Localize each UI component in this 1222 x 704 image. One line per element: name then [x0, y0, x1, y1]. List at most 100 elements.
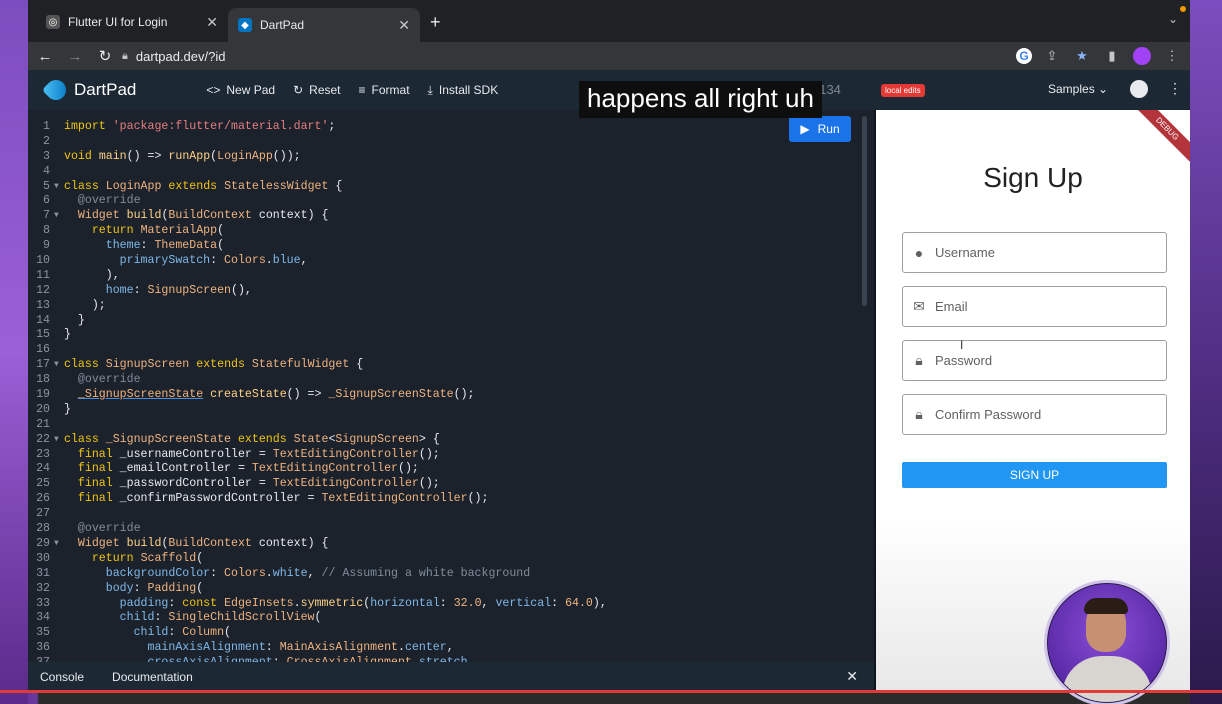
code-text: mainAxisAlignment: MainAxisAlignment.cen…	[147, 641, 454, 655]
new-pad-button[interactable]: <> New Pad	[206, 83, 275, 98]
code-line[interactable]: 9 theme: ThemeData(	[28, 239, 607, 254]
code-line[interactable]: 27	[28, 507, 607, 522]
code-text: final _usernameController = TextEditingC…	[77, 447, 440, 461]
reset-button[interactable]: ↻ Reset	[293, 83, 340, 98]
confirm-password-field[interactable]: 🔒︎ Confirm Password	[902, 394, 1167, 435]
code-line[interactable]: 33 padding: const EdgeInsets.symmetric(h…	[28, 597, 607, 612]
tab-close-icon[interactable]: ✕	[206, 14, 218, 31]
code-line[interactable]: 7 ▼ Widget build(BuildContext context) {	[28, 209, 607, 224]
github-icon[interactable]	[1130, 80, 1148, 98]
code-line[interactable]: 11 ),	[28, 269, 607, 284]
code-line[interactable]: 6 @override	[28, 194, 607, 209]
code-text: body: Padding(	[105, 581, 204, 595]
code-line[interactable]: 8 return MaterialApp(	[28, 224, 607, 239]
new-pad-label: New Pad	[226, 83, 276, 97]
code-line[interactable]: 1 import 'package:flutter/material.dart';	[28, 120, 607, 135]
code-line[interactable]: 28 @override	[28, 522, 607, 537]
code-text: return Scaffold(	[91, 551, 204, 565]
code-line[interactable]: 23 final _usernameController = TextEditi…	[28, 448, 607, 463]
documentation-tab[interactable]: Documentation	[112, 670, 193, 684]
line-number: 29	[36, 536, 50, 550]
bookmark-star-icon[interactable]: ★	[1072, 46, 1092, 66]
code-line[interactable]: 26 final _confirmPasswordController = Te…	[28, 492, 607, 507]
close-panel-icon[interactable]: ✕	[846, 668, 858, 685]
install-sdk-button[interactable]: ⤓ Install SDK	[428, 83, 499, 98]
signup-button[interactable]: SIGN UP	[902, 462, 1167, 488]
code-editor[interactable]: 1 import 'package:flutter/material.dart';…	[28, 110, 874, 662]
code-line[interactable]: 19 _SignupScreenState createState() => _…	[28, 388, 607, 403]
code-line[interactable]: 20}	[28, 403, 607, 418]
code-line[interactable]: 18 @override	[28, 373, 607, 388]
tab-search-icon[interactable]: ⌄	[1168, 12, 1178, 26]
code-line[interactable]: 25 final _passwordController = TextEditi…	[28, 477, 607, 492]
code-line[interactable]: 3 void main() => runApp(LoginApp());	[28, 150, 607, 165]
code-text: child: SingleChildScrollView(	[119, 611, 322, 625]
fold-gutter	[54, 611, 64, 626]
code-text: @override	[77, 194, 141, 208]
dartpad-logo[interactable]: DartPad	[41, 75, 136, 105]
code-line[interactable]: 10 primarySwatch: Colors.blue,	[28, 254, 607, 269]
code-line[interactable]: 14 }	[28, 314, 607, 329]
fold-arrow-icon[interactable]: ▼	[54, 180, 64, 195]
fold-arrow-icon[interactable]: ▼	[54, 537, 64, 552]
code-line[interactable]: 17 ▼ class SignupScreen extends StatefulWi…	[28, 358, 607, 373]
reload-icon[interactable]: ↻	[92, 47, 118, 65]
code-line[interactable]: 35 child: Column(	[28, 626, 607, 641]
fold-arrow-icon[interactable]: ▼	[54, 358, 64, 373]
side-panel-icon[interactable]: ▮	[1102, 46, 1122, 66]
video-progress-bar[interactable]	[0, 690, 1222, 693]
google-icon[interactable]: G	[1016, 48, 1032, 64]
code-line[interactable]: 29 ▼ Widget build(BuildContext context) {	[28, 537, 607, 552]
code-line[interactable]: 13 );	[28, 299, 607, 314]
fold-gutter	[54, 477, 64, 492]
code-line[interactable]: 2	[28, 135, 607, 150]
tab-close-icon[interactable]: ✕	[398, 17, 410, 34]
code-line[interactable]: 21	[28, 418, 607, 433]
code-line[interactable]: 22 ▼ class _SignupScreenState extends Stat…	[28, 433, 607, 448]
code-line[interactable]: 34 child: SingleChildScrollView(	[28, 611, 607, 626]
line-number: 23	[36, 447, 50, 461]
line-number: 14	[36, 313, 50, 327]
console-tab[interactable]: Console	[40, 670, 84, 684]
code-line[interactable]: 16	[28, 343, 607, 358]
fold-arrow-icon[interactable]: ▼	[54, 209, 64, 224]
back-icon[interactable]: ←	[32, 48, 58, 65]
samples-dropdown[interactable]: Samples ⌄	[1048, 82, 1108, 96]
code-line[interactable]: 24 final _emailController = TextEditingC…	[28, 462, 607, 477]
username-field[interactable]: ● Username	[902, 232, 1167, 273]
code-text: final _passwordController = TextEditingC…	[77, 477, 440, 491]
forward-icon[interactable]: →	[62, 48, 88, 65]
share-icon[interactable]: ⇪	[1042, 46, 1062, 66]
line-number: 16	[36, 343, 50, 357]
code-line[interactable]: 12 home: SignupScreen(),	[28, 284, 607, 299]
code-line[interactable]: 36 mainAxisAlignment: MainAxisAlignment.…	[28, 641, 607, 656]
more-menu-icon[interactable]: ⋮	[1168, 80, 1182, 97]
tab-dartpad[interactable]: ◆ DartPad ✕	[228, 8, 420, 42]
code-lines: 1 import 'package:flutter/material.dart';…	[28, 120, 607, 662]
code-line[interactable]: 30 return Scaffold(	[28, 552, 607, 567]
code-line[interactable]: 32 body: Padding(	[28, 582, 607, 597]
profile-avatar[interactable]	[1132, 46, 1152, 66]
address-bar[interactable]: 🔒︎ dartpad.dev/?id	[116, 42, 1170, 70]
new-tab-button[interactable]: +	[430, 12, 441, 33]
code-line[interactable]: 4	[28, 165, 607, 180]
code-line[interactable]: 31 backgroundColor: Colors.white, // Ass…	[28, 567, 607, 582]
fold-gutter	[54, 403, 64, 418]
fold-arrow-icon[interactable]: ▼	[54, 433, 64, 448]
fold-gutter	[54, 641, 64, 656]
password-field[interactable]: 🔒︎ Password	[902, 340, 1167, 381]
browser-menu-icon[interactable]: ⋮	[1162, 46, 1182, 66]
code-text: padding: const EdgeInsets.symmetric(hori…	[119, 596, 607, 610]
dart-favicon-icon: ◆	[238, 18, 252, 32]
line-number: 4	[43, 164, 50, 178]
code-line[interactable]: 5 ▼ class LoginApp extends StatelessWidget…	[28, 180, 607, 195]
lock-icon[interactable]: 🔒︎	[122, 50, 128, 63]
editor-scrollbar[interactable]	[862, 116, 867, 306]
email-field[interactable]: ✉ Email	[902, 286, 1167, 327]
line-number: 1	[43, 120, 50, 133]
tab-flutter-ui-login[interactable]: ◎ Flutter UI for Login ✕	[36, 8, 228, 36]
code-line[interactable]: 15}	[28, 328, 607, 343]
run-button[interactable]: ▶ Run	[789, 116, 851, 142]
line-number: 13	[36, 298, 50, 312]
format-button[interactable]: ≡ Format	[359, 83, 410, 98]
